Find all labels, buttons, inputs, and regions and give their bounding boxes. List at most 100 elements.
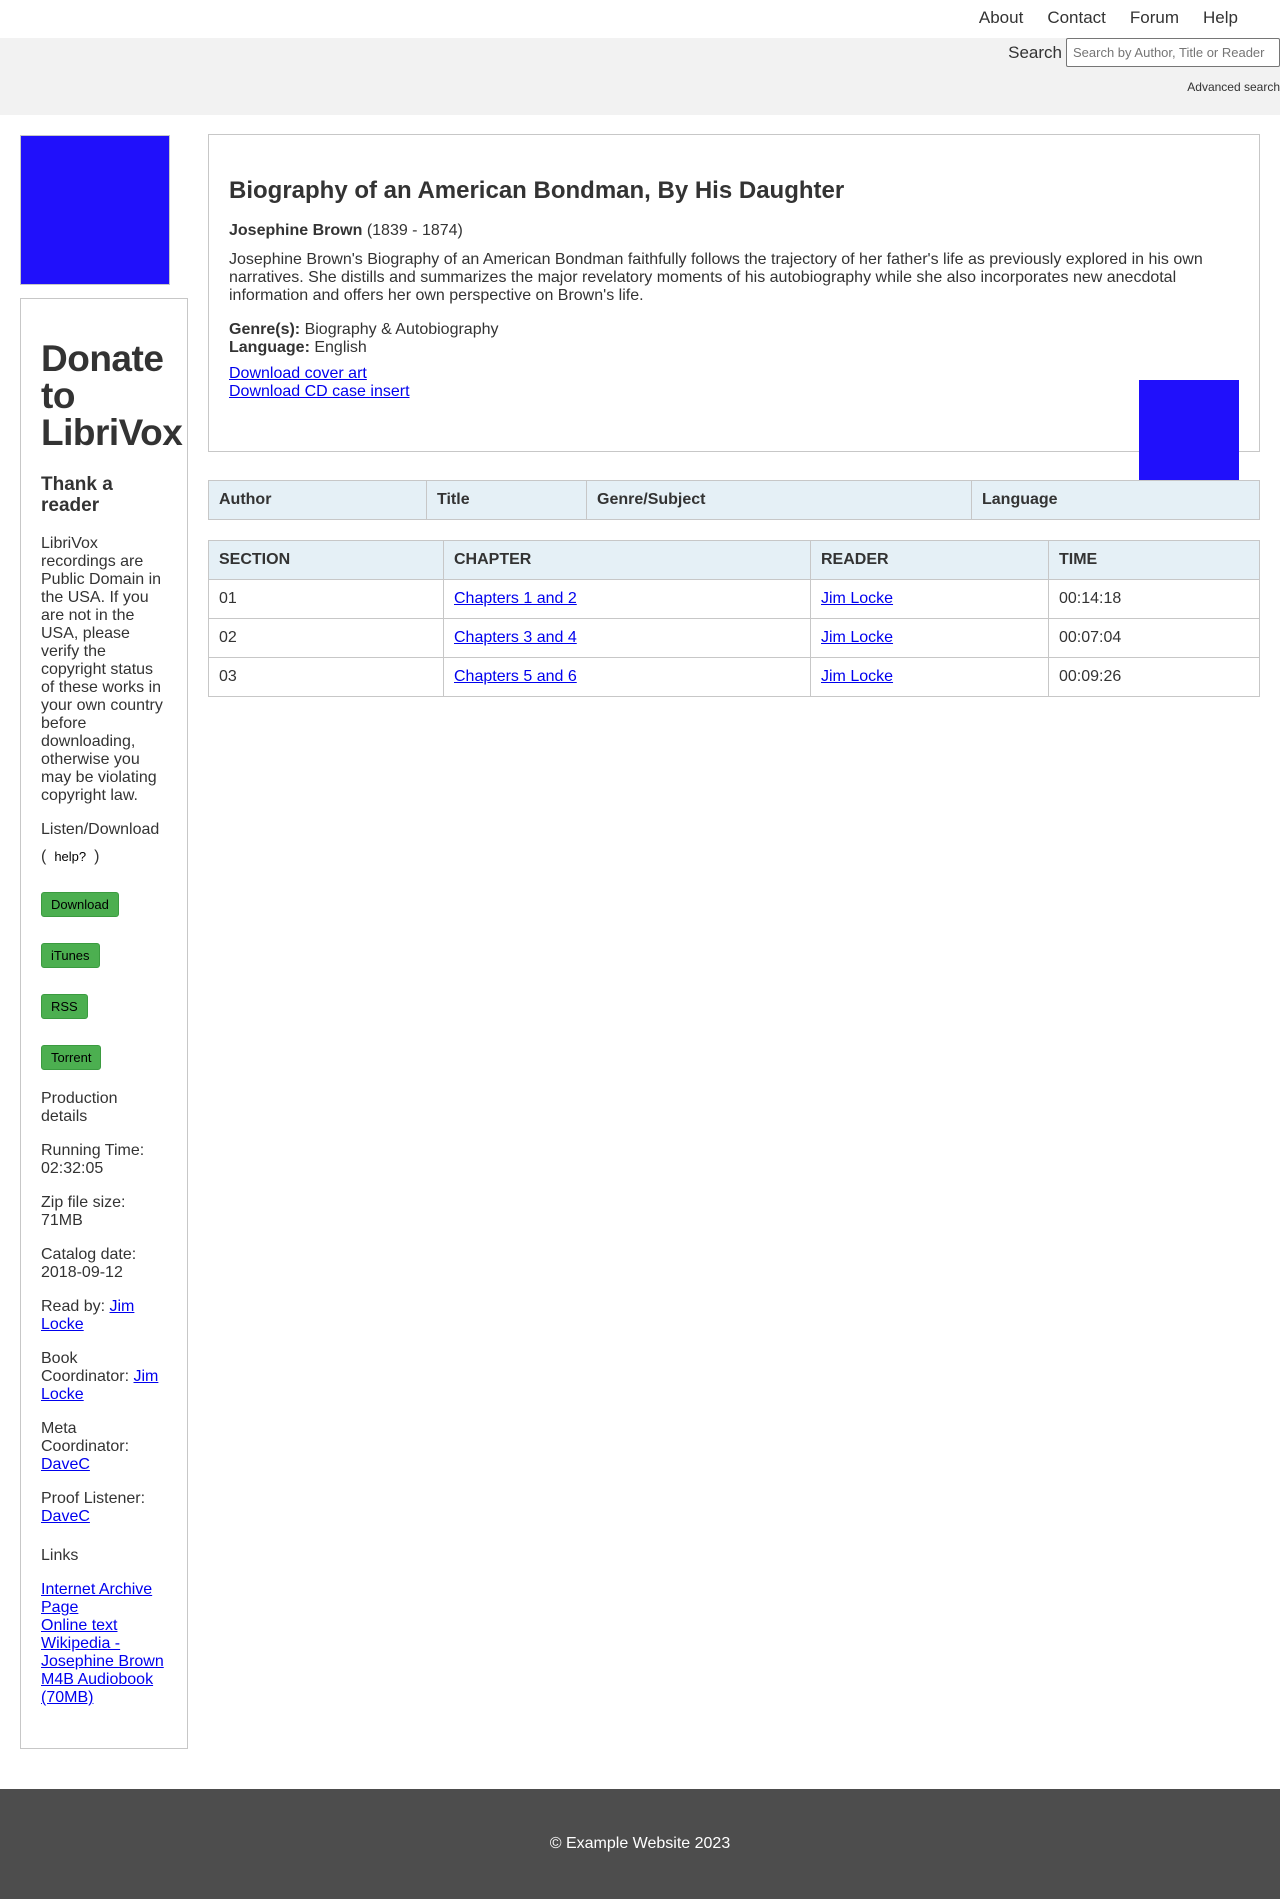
section-number: 03 <box>208 657 444 697</box>
internet-archive-link[interactable]: Internet Archive Page <box>41 1581 167 1617</box>
book-description: Josephine Brown's Biography of an Americ… <box>229 251 1203 304</box>
m4b-audiobook-link[interactable]: M4B Audiobook (70MB) <box>41 1671 167 1707</box>
nav-help-link[interactable]: Help <box>1191 8 1250 28</box>
copyright-notice: LibriVox recordings are Public Domain in… <box>41 535 163 804</box>
zip-size: Zip file size: 71MB <box>41 1194 167 1230</box>
genre-label: Genre(s): <box>229 321 301 338</box>
help-button[interactable]: help? <box>46 849 94 864</box>
links-list: Internet Archive Page Online text Wikipe… <box>41 1581 167 1707</box>
nav-forum-link[interactable]: Forum <box>1118 8 1191 28</box>
meta-coordinator: Meta Coordinator: DaveC <box>41 1420 167 1474</box>
meta-coordinator-label: Meta Coordinator: <box>41 1420 130 1455</box>
time-cell: 00:14:18 <box>1048 579 1260 619</box>
proof-listener-link[interactable]: DaveC <box>41 1508 90 1525</box>
running-time-value: 02:32:05 <box>41 1160 104 1177</box>
sidebar-panel: Donate to LibriVox Thank a reader LibriV… <box>20 298 188 1749</box>
chapter-cell: Chapters 3 and 4 <box>443 618 811 658</box>
footer: © Example Website 2023 <box>0 1789 1280 1899</box>
help-row: (help?) <box>41 847 167 867</box>
download-button[interactable]: Download <box>41 892 119 917</box>
language-value: English <box>314 339 367 356</box>
catalog-date: Catalog date: 2018-09-12 <box>41 1246 167 1282</box>
search-row: Search <box>1008 38 1280 67</box>
reader-cell: Jim Locke <box>810 657 1049 697</box>
table-row: 01 Chapters 1 and 2 Jim Locke 00:14:18 <box>208 579 1260 619</box>
col-title: Title <box>426 480 587 520</box>
col-chapter: CHAPTER <box>443 540 811 580</box>
book-coordinator: Book Coordinator: Jim Locke <box>41 1350 167 1404</box>
download-links: Download cover art Download CD case inse… <box>229 365 1239 401</box>
search-label: Search <box>1008 42 1062 62</box>
sections-table: SECTION CHAPTER READER TIME 01 Chapters … <box>208 540 1260 697</box>
book-title: Biography of an American Bondman, By His… <box>229 177 845 204</box>
production-details-heading: Production details <box>41 1090 118 1125</box>
catalog-date-label: Catalog date: <box>41 1246 137 1263</box>
table-row: 02 Chapters 3 and 4 Jim Locke 00:07:04 <box>208 618 1260 658</box>
table-row: 03 Chapters 5 and 6 Jim Locke 00:09:26 <box>208 657 1260 697</box>
reader-cell: Jim Locke <box>810 579 1049 619</box>
running-time: Running Time: 02:32:05 <box>41 1142 167 1178</box>
running-time-label: Running Time: <box>41 1142 145 1159</box>
download-cd-insert-link[interactable]: Download CD case insert <box>229 383 1239 401</box>
chapter-link[interactable]: Chapters 3 and 4 <box>454 629 577 646</box>
col-reader: READER <box>810 540 1049 580</box>
col-language: Language <box>971 480 1260 520</box>
zip-size-label: Zip file size: <box>41 1194 126 1211</box>
torrent-button[interactable]: Torrent <box>41 1045 102 1070</box>
rss-button[interactable]: RSS <box>41 994 88 1019</box>
book-coordinator-label: Book Coordinator: <box>41 1350 130 1385</box>
nav-about-link[interactable]: About <box>967 8 1035 28</box>
language-row: Language: English <box>229 339 1239 357</box>
book-info-table: Author Title Genre/Subject Language <box>208 480 1260 520</box>
read-by: Read by: Jim Locke <box>41 1298 167 1334</box>
author-name: Josephine Brown <box>229 222 363 239</box>
nav-contact-link[interactable]: Contact <box>1035 8 1118 28</box>
col-genre: Genre/Subject <box>586 480 972 520</box>
catalog-date-value: 2018-09-12 <box>41 1264 123 1281</box>
zip-size-value: 71MB <box>41 1212 83 1229</box>
search-input[interactable] <box>1066 38 1280 67</box>
genre-value: Biography & Autobiography <box>304 321 499 338</box>
chapter-link[interactable]: Chapters 5 and 6 <box>454 668 577 685</box>
search-bar: Search Advanced search <box>0 38 1280 115</box>
book-meta: Genre(s): Biography & Autobiography Lang… <box>229 321 1239 357</box>
reader-link[interactable]: Jim Locke <box>821 668 893 685</box>
read-by-label: Read by: <box>41 1298 106 1315</box>
language-label: Language: <box>229 339 310 356</box>
footer-copyright: © Example Website 2023 <box>549 1835 731 1852</box>
links-heading: Links <box>41 1547 79 1564</box>
genre-row: Genre(s): Biography & Autobiography <box>229 321 1239 339</box>
top-nav: About Contact Forum Help <box>0 0 1280 38</box>
meta-coordinator-link[interactable]: DaveC <box>41 1456 90 1473</box>
col-author: Author <box>208 480 427 520</box>
col-time: TIME <box>1048 540 1260 580</box>
time-cell: 00:09:26 <box>1048 657 1260 697</box>
help-paren-close: ) <box>94 848 100 865</box>
donate-title[interactable]: Donate to LibriVox <box>41 340 183 451</box>
thank-reader-heading[interactable]: Thank a reader <box>41 474 167 516</box>
book-author: Josephine Brown (1839 - 1874) <box>229 222 1239 240</box>
author-dates: (1839 - 1874) <box>366 222 463 239</box>
reader-link[interactable]: Jim Locke <box>821 590 893 607</box>
proof-listener: Proof Listener: DaveC <box>41 1490 167 1526</box>
nav-links: About Contact Forum Help <box>967 8 1250 28</box>
chapter-cell: Chapters 1 and 2 <box>443 579 811 619</box>
itunes-button[interactable]: iTunes <box>41 943 100 968</box>
reader-cell: Jim Locke <box>810 618 1049 658</box>
time-cell: 00:07:04 <box>1048 618 1260 658</box>
book-info-panel: Biography of an American Bondman, By His… <box>208 134 1260 452</box>
col-section: SECTION <box>208 540 444 580</box>
section-number: 02 <box>208 618 444 658</box>
chapter-link[interactable]: Chapters 1 and 2 <box>454 590 577 607</box>
proof-listener-label: Proof Listener: <box>41 1490 146 1507</box>
table-header-row: Author Title Genre/Subject Language <box>208 480 1260 520</box>
cover-art-image <box>20 135 170 285</box>
table-header-row: SECTION CHAPTER READER TIME <box>208 540 1260 580</box>
wikipedia-link[interactable]: Wikipedia - Josephine Brown <box>41 1635 167 1671</box>
download-cover-art-link[interactable]: Download cover art <box>229 365 1239 383</box>
advanced-search-link[interactable]: Advanced search <box>1187 80 1280 94</box>
listen-download-label: Listen/Download <box>41 821 160 838</box>
chapter-cell: Chapters 5 and 6 <box>443 657 811 697</box>
reader-link[interactable]: Jim Locke <box>821 629 893 646</box>
online-text-link[interactable]: Online text <box>41 1617 167 1635</box>
